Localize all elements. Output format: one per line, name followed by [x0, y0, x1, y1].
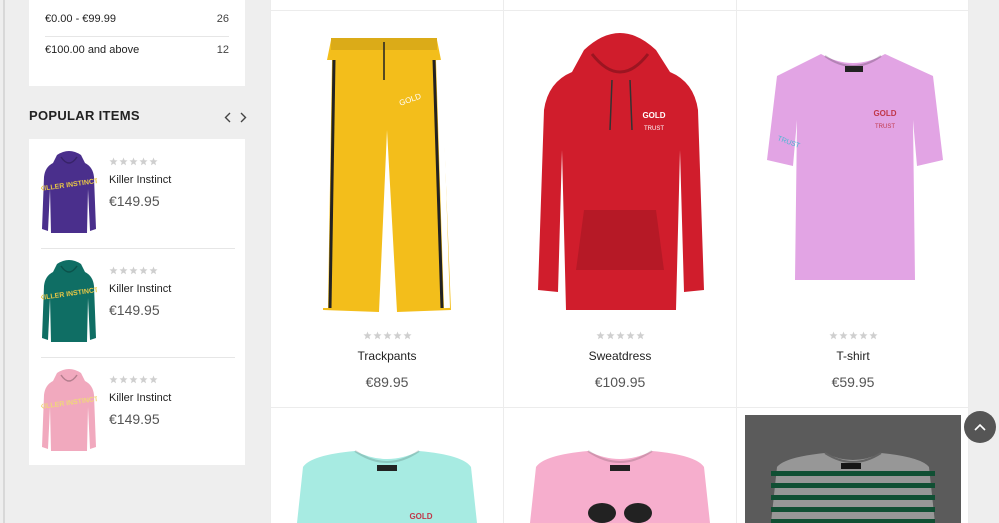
tshirt-image[interactable] [737, 407, 969, 523]
svg-text:GOLD: GOLD [873, 109, 896, 118]
star-icon [119, 153, 128, 166]
product-price: €149.95 [109, 411, 160, 427]
star-icon [129, 371, 138, 384]
product-grid: GOLD Trackpants €89.95 GOLD TRUST Sweatd… [270, 0, 969, 523]
popular-items-list: KILLER INSTINCT Killer Instinct €149.95 … [29, 139, 245, 465]
product-card[interactable]: GOLD Trackpants €89.95 [271, 10, 503, 407]
star-icon [828, 327, 838, 340]
price-filter: €0.00 - €99.99 26 €100.00 and above 12 [29, 0, 245, 86]
star-icon [119, 262, 128, 275]
product-price: €149.95 [109, 193, 160, 209]
price-range-100-plus[interactable]: €100.00 and above 12 [45, 33, 229, 67]
rating-stars [737, 327, 969, 340]
star-icon [119, 371, 128, 384]
rating-stars [109, 153, 158, 166]
tshirt-image[interactable]: GOLD TRUST TRUST [737, 20, 969, 320]
popular-item[interactable]: KILLER INSTINCT Killer Instinct €149.95 [41, 248, 235, 358]
rating-stars [109, 371, 158, 384]
product-name[interactable]: Killer Instinct [109, 283, 171, 295]
hoodie-thumbnail[interactable]: KILLER INSTINCT [41, 258, 97, 346]
product-price: €149.95 [109, 302, 160, 318]
svg-text:GOLD: GOLD [642, 111, 665, 120]
svg-text:GOLD: GOLD [409, 512, 432, 521]
rating-stars [271, 327, 503, 340]
rating-stars [504, 327, 736, 340]
star-icon [372, 327, 382, 340]
product-card[interactable] [504, 407, 736, 523]
price-range-0-99[interactable]: €0.00 - €99.99 26 [45, 2, 229, 37]
product-price: €109.95 [594, 374, 646, 390]
star-icon [362, 327, 372, 340]
scroll-to-top-button[interactable] [964, 411, 996, 443]
trackpants-image[interactable]: GOLD [271, 20, 503, 320]
chevron-left-icon[interactable] [222, 108, 232, 126]
popular-item[interactable]: KILLER INSTINCT Killer Instinct €149.95 [41, 357, 235, 466]
product-card[interactable]: GOLD TRUST Sweatdress €109.95 [504, 10, 736, 407]
star-icon [109, 153, 118, 166]
tshirt-image[interactable] [504, 407, 736, 523]
star-icon [109, 262, 118, 275]
star-icon [129, 262, 138, 275]
star-icon [382, 327, 392, 340]
product-name[interactable]: Sweatdress [504, 349, 736, 363]
chevron-up-icon [974, 423, 986, 431]
product-name[interactable]: Killer Instinct [109, 392, 171, 404]
svg-text:TRUST: TRUST [875, 124, 895, 130]
product-card[interactable]: GOLD TRUST TRUST T-shirt €59.95 [737, 10, 969, 407]
star-icon [402, 327, 412, 340]
popular-items-nav [222, 108, 248, 126]
star-icon [838, 327, 848, 340]
star-icon [392, 327, 402, 340]
svg-text:TRUST: TRUST [644, 126, 664, 132]
popular-items-title: POPULAR ITEMS [29, 108, 140, 123]
product-card[interactable] [737, 407, 969, 523]
star-icon [595, 327, 605, 340]
product-card[interactable]: GOLD [271, 407, 503, 523]
price-range-label: €100.00 and above [45, 44, 140, 56]
star-icon [605, 327, 615, 340]
chevron-right-icon[interactable] [238, 108, 248, 126]
hoodie-thumbnail[interactable]: KILLER INSTINCT [41, 149, 97, 237]
product-name[interactable]: Killer Instinct [109, 174, 171, 186]
star-icon [848, 327, 858, 340]
price-range-count: 12 [216, 44, 229, 56]
price-range-count: 26 [216, 13, 229, 25]
product-price: €59.95 [831, 374, 875, 390]
star-icon [109, 371, 118, 384]
star-icon [868, 327, 878, 340]
star-icon [635, 327, 645, 340]
star-icon [129, 153, 138, 166]
product-price: €89.95 [365, 374, 409, 390]
star-icon [139, 153, 148, 166]
star-icon [625, 327, 635, 340]
star-icon [149, 371, 158, 384]
star-icon [615, 327, 625, 340]
price-range-label: €0.00 - €99.99 [45, 13, 116, 25]
product-name[interactable]: Trackpants [271, 349, 503, 363]
star-icon [858, 327, 868, 340]
star-icon [139, 371, 148, 384]
product-name[interactable]: T-shirt [737, 349, 969, 363]
sweatdress-image[interactable]: GOLD TRUST [504, 20, 736, 320]
popular-item[interactable]: KILLER INSTINCT Killer Instinct €149.95 [41, 139, 235, 249]
tshirt-image[interactable]: GOLD [271, 407, 503, 523]
hoodie-thumbnail[interactable]: KILLER INSTINCT [41, 367, 97, 455]
star-icon [149, 262, 158, 275]
star-icon [149, 153, 158, 166]
page-border [3, 0, 5, 523]
star-icon [139, 262, 148, 275]
rating-stars [109, 262, 158, 275]
